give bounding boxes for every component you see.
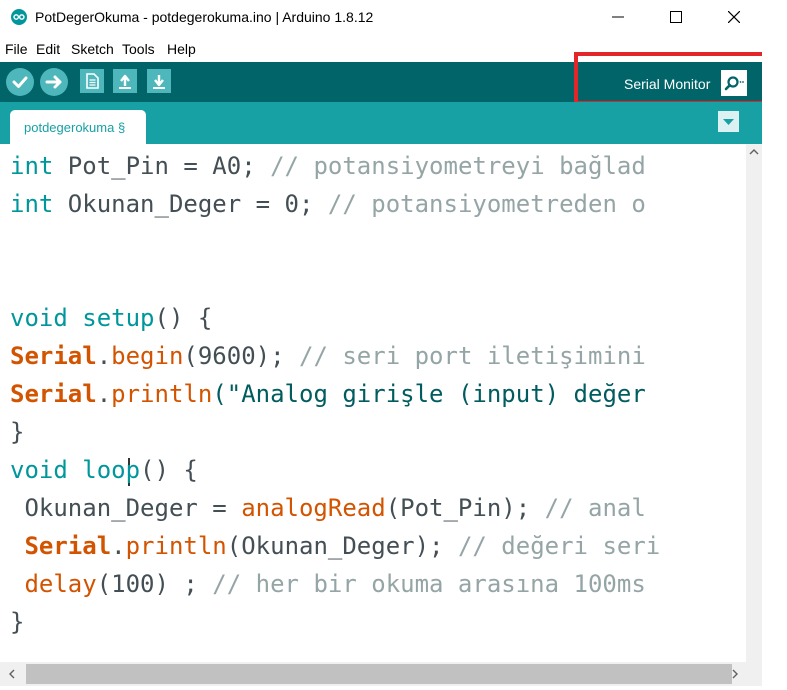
open-button[interactable] <box>113 69 137 93</box>
vertical-scrollbar[interactable] <box>746 144 762 662</box>
code-token: () { <box>154 304 213 332</box>
code-line: Okunan_Deger = analogRead(Pot_Pin); // a… <box>10 489 646 527</box>
save-button[interactable] <box>147 69 171 93</box>
minimize-button[interactable] <box>595 0 641 34</box>
chevron-left-icon[interactable] <box>4 666 20 682</box>
code-token: (Okunan_Deger); <box>226 532 458 560</box>
chevron-up-icon[interactable] <box>746 144 762 160</box>
window-margin <box>762 36 787 690</box>
code-token: Serial <box>10 380 97 408</box>
code-token: // seri port iletişimini <box>299 342 646 370</box>
menu-tools[interactable]: Tools <box>122 41 155 57</box>
code-token: } <box>10 418 25 446</box>
code-line: void loop() { <box>10 451 198 489</box>
code-token: void <box>10 456 68 484</box>
code-token: int <box>10 152 54 180</box>
menu-help[interactable]: Help <box>167 41 196 57</box>
menu-sketch[interactable]: Sketch <box>71 41 114 57</box>
upload-button[interactable] <box>40 68 68 96</box>
verify-button[interactable] <box>6 68 34 96</box>
tab-bar: potdegerokuma § <box>0 102 762 144</box>
code-token: Pot_Pin = A0; <box>53 152 271 180</box>
tab-menu-button[interactable] <box>718 111 739 132</box>
new-file-icon <box>86 73 99 89</box>
code-token: . <box>96 380 112 408</box>
close-button[interactable] <box>711 0 757 34</box>
code-token: println <box>111 380 213 408</box>
scrollbar-corner <box>746 662 762 686</box>
code-token: } <box>10 608 25 636</box>
new-button[interactable] <box>80 69 104 93</box>
code-line: } <box>10 413 24 451</box>
code-line: Serial.begin(9600); // seri port iletişi… <box>10 337 646 375</box>
title-bar: PotDegerOkuma - potdegerokuma.ino | Ardu… <box>0 0 787 36</box>
code-token: setup <box>82 304 155 332</box>
code-token: (100) ; <box>96 570 213 598</box>
code-token: begin <box>111 342 184 370</box>
code-line: int Okunan_Deger = 0; // potansiyometred… <box>10 185 646 223</box>
code-line: delay(100) ; // her bir okuma arasına 10… <box>10 565 646 603</box>
window-title: PotDegerOkuma - potdegerokuma.ino | Ardu… <box>35 9 374 25</box>
code-token: analogRead <box>241 494 386 522</box>
code-token: ("Analog girişle (input) değer <box>212 380 646 408</box>
code-token: // potansiyometreyi bağlad <box>270 152 646 180</box>
code-line: int Pot_Pin = A0; // potansiyometreyi ba… <box>10 147 646 185</box>
code-line: void setup() { <box>10 299 212 337</box>
code-token: Okunan_Deger = 0; <box>53 190 328 218</box>
code-token: // değeri seri <box>457 532 661 560</box>
code-line: } <box>10 603 24 641</box>
tab-label: potdegerokuma § <box>24 120 126 135</box>
code-token: . <box>96 342 112 370</box>
chevron-right-icon[interactable] <box>727 666 743 682</box>
code-token: (9600); <box>183 342 299 370</box>
code-editor[interactable]: int Pot_Pin = A0; // potansiyometreyi ba… <box>0 144 746 662</box>
code-token: int <box>10 190 54 218</box>
triangle-down-icon <box>723 119 734 125</box>
arrow-right-icon <box>45 75 62 89</box>
code-token: () { <box>140 456 198 484</box>
code-token: // potansiyometreden o <box>327 190 646 218</box>
code-line: Serial.println(Okunan_Deger); // değeri … <box>10 527 660 565</box>
horizontal-scroll-thumb[interactable] <box>26 664 732 684</box>
arrow-down-icon <box>153 75 165 89</box>
code-token: (Pot_Pin); <box>385 494 545 522</box>
arrow-up-icon <box>119 74 131 89</box>
code-token: Serial <box>10 342 97 370</box>
tab-potdegerokuma[interactable]: potdegerokuma § <box>10 110 146 144</box>
code-token: . <box>111 532 126 560</box>
maximize-button[interactable] <box>653 0 699 34</box>
code-token: delay <box>24 570 97 598</box>
menu-edit[interactable]: Edit <box>36 41 60 57</box>
code-token: void <box>10 304 68 332</box>
arduino-logo-icon <box>11 9 27 25</box>
code-token: Serial <box>24 532 112 560</box>
code-token: println <box>125 532 227 560</box>
code-line: Serial.println("Analog girişle (input) d… <box>10 375 646 413</box>
code-token: // her bir okuma arasına 100ms <box>212 570 646 598</box>
code-token: Okunan_Deger = <box>10 494 242 522</box>
checkmark-icon <box>12 76 28 88</box>
code-token: // anal <box>544 494 646 522</box>
highlight-box <box>574 52 779 105</box>
menu-file[interactable]: File <box>5 41 28 57</box>
code-token: loop <box>82 456 141 484</box>
